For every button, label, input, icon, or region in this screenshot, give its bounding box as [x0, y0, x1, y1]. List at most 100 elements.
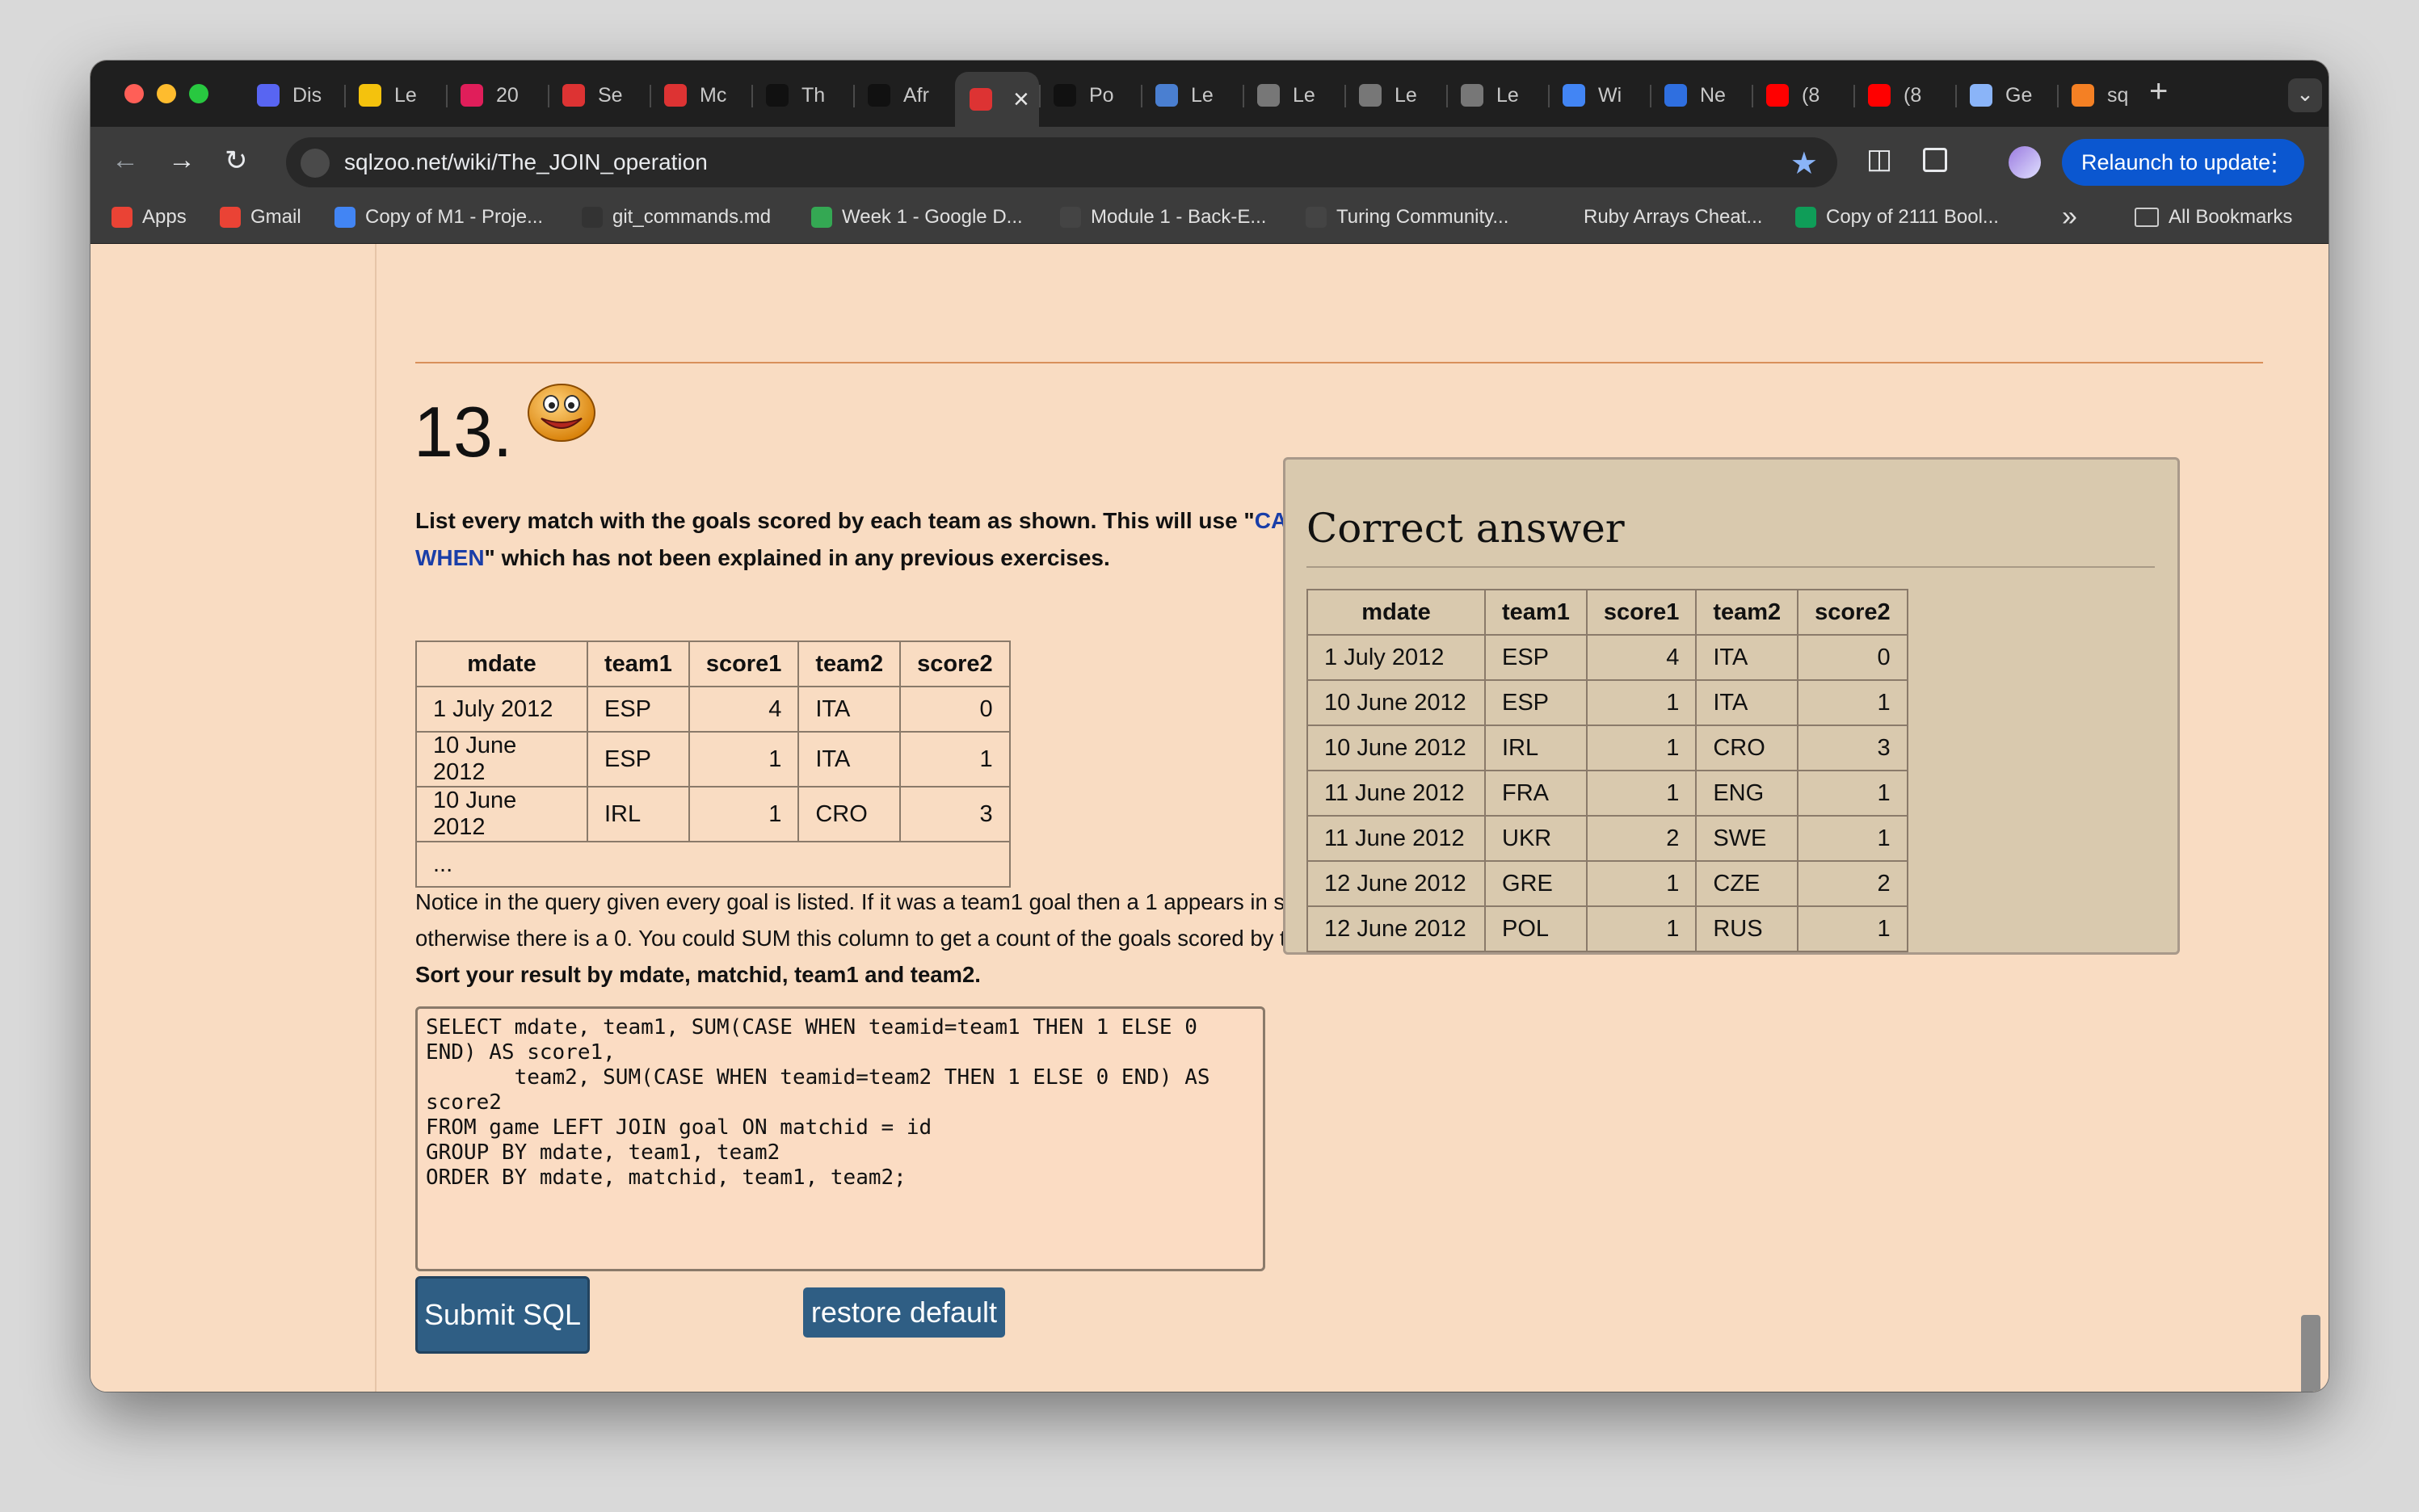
- browser-tab[interactable]: Le: [1344, 72, 1446, 119]
- bookmark-item[interactable]: Week 1 - Google D...: [811, 206, 1023, 229]
- all-bookmarks-button[interactable]: All Bookmarks: [2135, 206, 2292, 229]
- bookmark-item[interactable]: Copy of M1 - Proje...: [334, 206, 543, 229]
- stackoverflow-icon: [2072, 84, 2094, 107]
- browser-tab[interactable]: Mc: [650, 72, 751, 119]
- bookmark-item[interactable]: Module 1 - Back-E...: [1060, 206, 1266, 229]
- browser-tab[interactable]: Ne: [1650, 72, 1752, 119]
- bookmark-label: Turing Community...: [1336, 206, 1509, 228]
- tab-title: Se: [598, 83, 623, 107]
- question-number: 13.: [414, 392, 513, 472]
- side-panel-icon[interactable]: [1923, 148, 1947, 172]
- bookmark-item[interactable]: Apps: [111, 206, 187, 229]
- browser-tab[interactable]: Afr: [853, 72, 955, 119]
- table-cell: ESP: [1484, 679, 1588, 726]
- minimize-window-button[interactable]: [157, 84, 176, 103]
- table-cell: 1: [1585, 905, 1698, 952]
- close-tab-icon[interactable]: ×: [1013, 86, 1029, 113]
- bookmark-label: git_commands.md: [612, 206, 772, 228]
- browser-tab[interactable]: 20: [446, 72, 548, 119]
- browser-tab[interactable]: Ge: [1955, 72, 2057, 119]
- browser-tab[interactable]: (8: [1853, 72, 1955, 119]
- reload-icon[interactable]: ↻: [225, 145, 248, 177]
- scrollbar-thumb[interactable]: [2301, 1315, 2320, 1392]
- globe-icon: [1359, 84, 1382, 107]
- slack-icon: [461, 84, 483, 107]
- table-row: 10 June 2012 ESP 1 ITA 1: [1306, 679, 1908, 726]
- tab-search-button[interactable]: ⌄: [2288, 78, 2322, 112]
- table-cell: UKR: [1484, 815, 1588, 862]
- tab-strip: Dis Le 20 Se Mc Th Afr × Po Le Le Le Le Wi Ne (8 (8 Ge sq …: [90, 61, 2329, 127]
- extensions-icon[interactable]: ◫: [1866, 143, 1892, 175]
- table-cell: CRO: [1695, 724, 1799, 771]
- gmail-icon: [220, 207, 241, 228]
- docs-icon: [1563, 84, 1585, 107]
- browser-tab[interactable]: Le: [344, 72, 446, 119]
- browser-tab[interactable]: sq: [2057, 72, 2159, 119]
- table-cell: ITA: [797, 686, 902, 733]
- tab-title: Po: [1089, 83, 1114, 107]
- bookmark-item[interactable]: Turing Community...: [1306, 206, 1508, 229]
- apps-icon: [111, 207, 133, 228]
- browser-tab[interactable]: Le: [1141, 72, 1243, 119]
- table-cell: ITA: [1695, 634, 1799, 681]
- table-cell: 4: [688, 686, 800, 733]
- browser-tab[interactable]: Le: [1243, 72, 1344, 119]
- notice-text: Notice in the query given every goal is …: [415, 889, 1348, 951]
- tab-title: Ge: [2005, 83, 2033, 107]
- tab-title: Le: [1293, 83, 1315, 107]
- table-row: 1 July 2012 ESP 4 ITA 0: [415, 686, 1011, 733]
- more-bookmarks-button[interactable]: »: [2062, 201, 2077, 233]
- table-cell: 2: [1797, 860, 1908, 907]
- sql-editor[interactable]: SELECT mdate, team1, SUM(CASE WHEN teami…: [415, 1006, 1265, 1271]
- url-text[interactable]: sqlzoo.net/wiki/The_JOIN_operation: [344, 149, 708, 175]
- table-cell: 10 June 2012: [415, 786, 588, 842]
- correct-answer-panel[interactable]: Correct answer mdate team1 score1 team2 scor…: [1283, 457, 2180, 955]
- new-tab-button[interactable]: +: [2149, 74, 2168, 110]
- answer-table: mdate team1 score1 team2 score2 1 July 2012 E…: [1306, 589, 1908, 952]
- site-info-icon[interactable]: [301, 149, 330, 178]
- table-cell: 1: [1585, 770, 1698, 817]
- table-cell: ESP: [587, 686, 690, 733]
- browser-tab[interactable]: (8: [1752, 72, 1853, 119]
- graduation-icon: [1155, 84, 1178, 107]
- discord-icon: [257, 84, 280, 107]
- profile-avatar[interactable]: [2009, 146, 2041, 178]
- browser-tab[interactable]: Dis: [242, 72, 344, 119]
- sqlzoo-icon: [664, 84, 687, 107]
- column-header: score1: [688, 640, 800, 687]
- intro-text-end: " which has not been explained in any pr…: [484, 545, 1110, 570]
- relaunch-label: Relaunch to update: [2081, 149, 2271, 174]
- back-icon[interactable]: ←: [111, 145, 139, 176]
- browser-tab[interactable]: Wi: [1548, 72, 1650, 119]
- bookmark-item[interactable]: Copy of 2111 Bool...: [1795, 206, 1999, 229]
- bookmark-item[interactable]: Ruby Arrays Cheat...: [1553, 206, 1762, 229]
- browser-tab[interactable]: Se: [548, 72, 650, 119]
- intro-text: List every match with the goals scored b…: [415, 508, 1255, 533]
- table-cell: FRA: [1484, 770, 1588, 817]
- table-cell: 1: [899, 731, 1011, 788]
- bookmark-label: Apps: [142, 206, 187, 228]
- tab-title: Afr: [903, 83, 929, 107]
- browser-tab[interactable]: Po: [1039, 72, 1141, 119]
- browser-tab[interactable]: Th: [751, 72, 853, 119]
- table-row: 11 June 2012 UKR 2 SWE 1: [1306, 815, 1908, 862]
- database-icon: [1664, 84, 1687, 107]
- browser-tab[interactable]: Le: [1446, 72, 1548, 119]
- restore-default-button[interactable]: restore default: [803, 1287, 1005, 1338]
- bookmark-item[interactable]: git_commands.md: [582, 206, 771, 229]
- bookmark-star-icon[interactable]: ★: [1790, 145, 1818, 182]
- zoom-window-button[interactable]: [189, 84, 208, 103]
- table-cell: ITA: [797, 731, 902, 788]
- address-bar[interactable]: sqlzoo.net/wiki/The_JOIN_operation ★: [286, 137, 1837, 187]
- menu-dots-icon[interactable]: ⋮: [2262, 149, 2286, 177]
- column-header: team1: [587, 640, 690, 687]
- table-cell: CZE: [1695, 860, 1799, 907]
- relaunch-button[interactable]: Relaunch to update ⋮: [2062, 139, 2304, 186]
- sqlzoo-icon: [562, 84, 585, 107]
- table-row: 10 June 2012 ESP 1 ITA 1: [415, 731, 1011, 788]
- submit-sql-button[interactable]: Submit SQL: [415, 1276, 590, 1354]
- close-window-button[interactable]: [124, 84, 144, 103]
- browser-tab[interactable]: ×: [955, 72, 1039, 127]
- bookmark-item[interactable]: Gmail: [220, 206, 301, 229]
- forward-icon[interactable]: →: [168, 145, 196, 176]
